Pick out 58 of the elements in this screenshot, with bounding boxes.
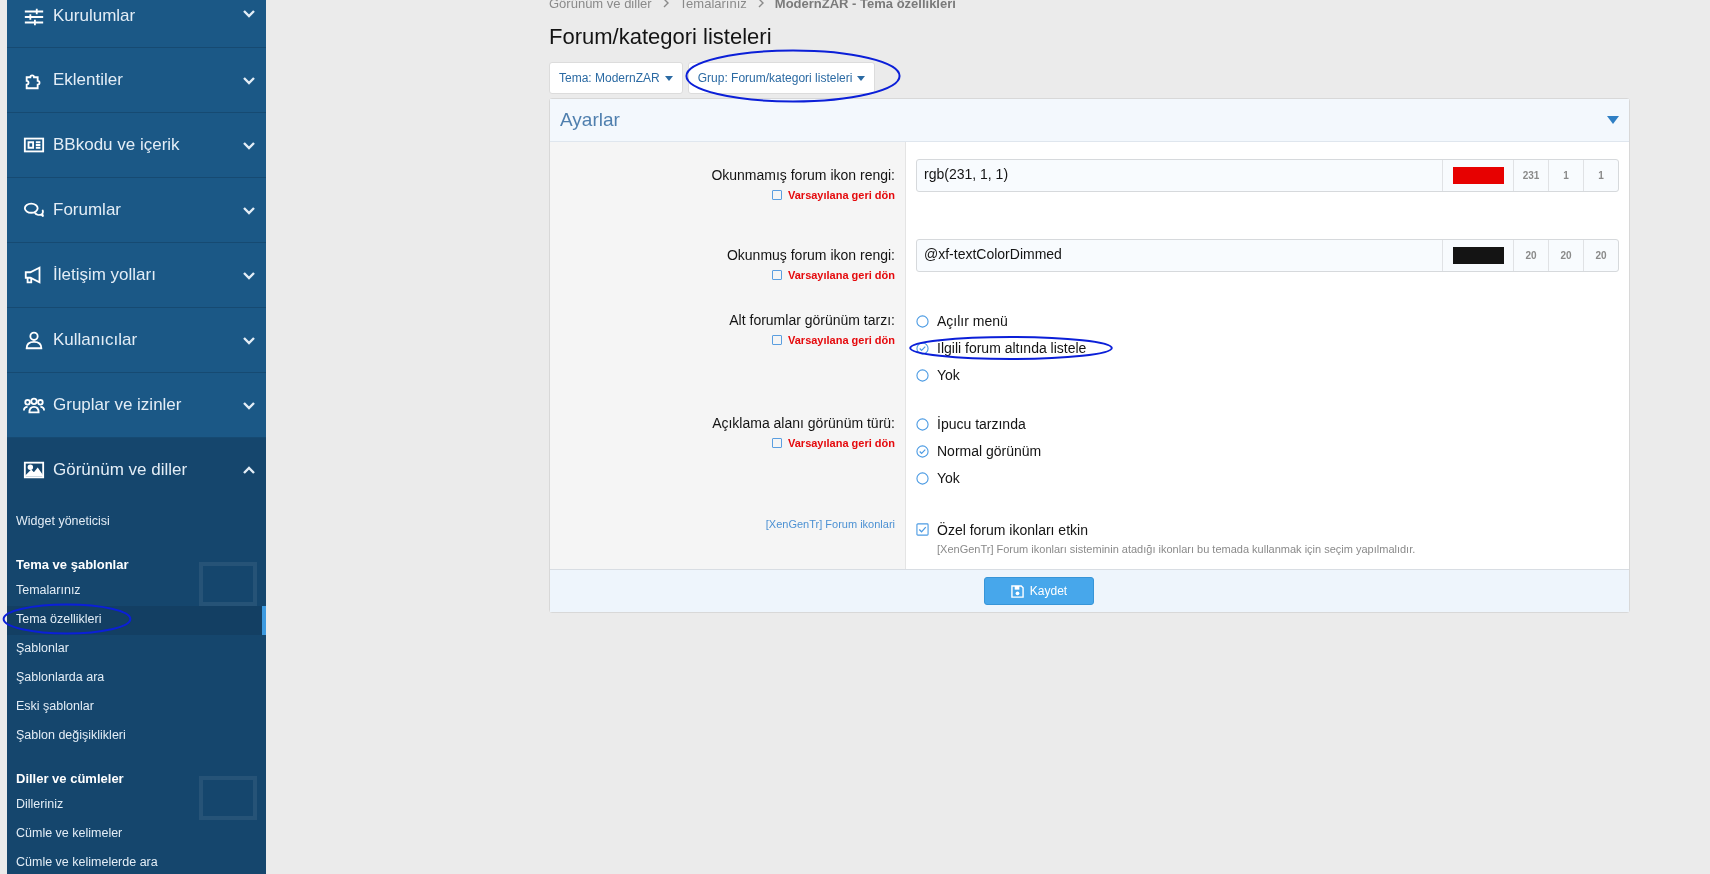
radio-option[interactable]: Yok <box>916 467 960 489</box>
color-swatch[interactable] <box>1452 167 1504 184</box>
setting-label: Okunmamış forum ikon rengi: <box>711 166 895 183</box>
channel-value: 1 <box>1548 160 1583 191</box>
channel-value: 20 <box>1548 240 1583 271</box>
setting-label: Okunmuş forum ikon rengi: <box>726 246 895 263</box>
hint-text: [XenGenTr] Forum ikonları sisteminin atadığı ikonları bu temada kullanmak için seçim yapılmalıdır. <box>937 543 1416 555</box>
collapse-icon[interactable] <box>1607 116 1619 124</box>
channel-value: 20 <box>1513 240 1548 271</box>
radio-option[interactable]: Yok <box>916 364 960 386</box>
user-icon <box>23 329 45 351</box>
save-icon <box>1010 584 1024 598</box>
sidebar-link[interactable]: Tema özellikleri <box>7 606 266 635</box>
sidebar-section[interactable]: İletişim yolları <box>7 243 266 308</box>
reset-checkbox[interactable]: Varsayılana geri dön <box>772 269 895 281</box>
color-field[interactable]: @xf-textColorDimmed 20 20 20 <box>916 239 1619 272</box>
channel-value: 20 <box>1583 240 1618 271</box>
sidebar-link[interactable]: Temalarınız <box>7 577 266 606</box>
reset-checkbox[interactable]: Varsayılana geri dön <box>772 189 895 201</box>
sidebar-link[interactable]: Cümle ve kelimelerde ara <box>7 849 266 874</box>
color-field[interactable]: rgb(231, 1, 1) 231 1 1 <box>916 159 1619 192</box>
channel-value: 231 <box>1513 160 1548 191</box>
setting-label: Alt forumlar görünüm tarzı: <box>729 311 895 328</box>
sidebar-section[interactable]: Görünüm ve diller <box>7 438 266 502</box>
radio-option[interactable]: Açılır menü <box>916 310 1008 332</box>
color-swatch[interactable] <box>1452 247 1504 264</box>
filter-dropdown[interactable]: Grup: Forum/kategori listeleri <box>687 62 876 94</box>
radio-option[interactable]: İpucu tarzında <box>916 413 1026 435</box>
checkbox-option[interactable]: Özel forum ikonları etkin <box>916 516 1088 543</box>
filter-dropdown[interactable]: Tema: ModernZAR <box>549 62 683 94</box>
radio-option[interactable]: Normal görünüm <box>916 440 1042 462</box>
sidebar-section[interactable]: Eklentiler <box>7 48 266 113</box>
sidebar-section[interactable]: Forumlar <box>7 178 266 243</box>
panel-title: Ayarlar <box>560 109 620 131</box>
channel-value: 1 <box>1583 160 1618 191</box>
sliders-icon <box>23 6 45 28</box>
caret-icon <box>664 75 673 81</box>
sidebar-section[interactable]: Kurulumlar <box>7 0 266 48</box>
sidebar-link[interactable]: Widget yöneticisi <box>7 508 266 537</box>
setting-label: Açıklama alanı görünüm türü: <box>712 414 895 431</box>
image-icon <box>23 459 45 481</box>
sidebar-section[interactable]: BBkodu ve içerik <box>7 113 266 178</box>
sidebar-link[interactable]: Cümle ve kelimeler <box>7 820 266 849</box>
reset-checkbox[interactable]: Varsayılana geri dön <box>772 437 895 449</box>
chevron-right-icon <box>661 0 670 10</box>
caret-icon <box>857 75 866 81</box>
sidebar-link[interactable]: Eski şablonlar <box>7 693 266 722</box>
sidebar-link[interactable]: Şablonlarda ara <box>7 664 266 693</box>
sidebar-link[interactable]: Şablonlar <box>7 635 266 664</box>
setting-label: [XenGenTr] Forum ikonlari <box>765 517 895 530</box>
page-title: Forum/kategori listeleri <box>549 24 773 50</box>
sidebar-link[interactable]: Şablon değişiklikleri <box>7 722 266 751</box>
reset-checkbox[interactable]: Varsayılana geri dön <box>772 334 895 346</box>
sidebar-heading: Diller ve cümleler <box>15 770 125 788</box>
sidebar-section[interactable]: Kullanıcılar <box>7 308 266 373</box>
sidebar-heading: Tema ve şablonlar <box>15 556 130 574</box>
chevron-right-icon <box>756 0 765 10</box>
sidebar-link[interactable]: Dilleriniz <box>7 791 266 820</box>
